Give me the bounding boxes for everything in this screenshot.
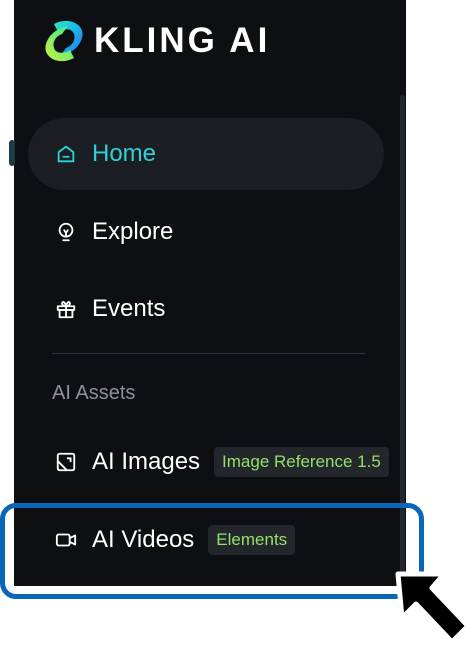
collapse-tab-indicator[interactable] bbox=[9, 140, 15, 166]
image-icon bbox=[54, 450, 78, 474]
kling-logo-icon bbox=[45, 20, 83, 62]
sidebar-item-label: AI Images bbox=[92, 448, 201, 475]
sidebar-item-label: Explore bbox=[92, 218, 174, 245]
cursor-arrow-icon bbox=[395, 571, 471, 645]
sidebar-item-events[interactable]: Events bbox=[28, 273, 384, 345]
feature-badge: Image Reference 1.5 bbox=[214, 447, 389, 477]
lightbulb-icon bbox=[54, 220, 78, 244]
sidebar-item-label: Home bbox=[92, 140, 157, 167]
gift-icon bbox=[54, 297, 78, 321]
divider bbox=[52, 353, 366, 354]
logo-text: KLING AI bbox=[94, 21, 271, 60]
home-icon bbox=[54, 142, 78, 166]
highlight-box bbox=[0, 503, 424, 599]
sidebar-item-explore[interactable]: Explore bbox=[28, 196, 384, 268]
sidebar-item-home[interactable]: Home bbox=[28, 118, 384, 190]
sidebar-item-label: Events bbox=[92, 295, 166, 322]
sidebar-item-ai-images[interactable]: AI Images Image Reference 1.5 bbox=[28, 426, 408, 498]
logo[interactable]: KLING AI bbox=[40, 18, 270, 64]
section-label-ai-assets: AI Assets bbox=[52, 382, 136, 404]
